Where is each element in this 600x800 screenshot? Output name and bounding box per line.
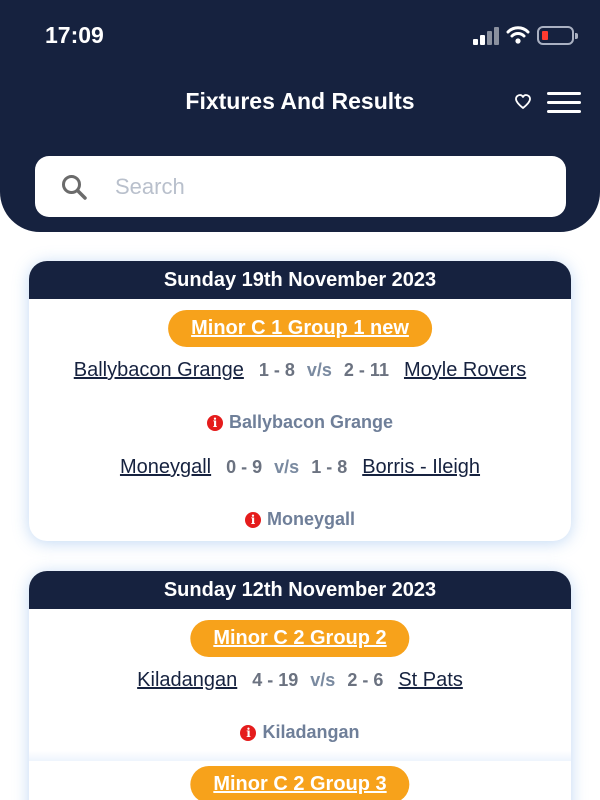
home-score: 4 - 19 xyxy=(252,670,299,690)
match-row: Moneygall 0 - 9 v/s 1 - 8 Borris - Ileig… xyxy=(29,456,571,479)
home-score: 1 - 8 xyxy=(258,360,295,380)
match-row: Ballybacon Grange 1 - 8 v/s 2 - 11 Moyle… xyxy=(29,359,571,382)
home-team-link[interactable]: Kiladangan xyxy=(137,669,237,692)
info-icon: i xyxy=(240,724,257,741)
search-icon xyxy=(62,175,87,200)
search-bar xyxy=(35,156,566,217)
home-team-link[interactable]: Ballybacon Grange xyxy=(74,359,244,382)
fixture-date: Sunday 12th November 2023 xyxy=(29,571,571,609)
away-score: 2 - 6 xyxy=(347,670,384,690)
match-info-label: Moneygall xyxy=(266,509,355,529)
app-header: 17:09 Fixtures And Results xyxy=(0,0,600,232)
page-title: Fixtures And Results xyxy=(185,88,415,114)
away-team-link[interactable]: Moyle Rovers xyxy=(404,359,526,382)
wifi-icon xyxy=(506,26,530,44)
versus-label: v/s xyxy=(310,670,336,690)
search-input[interactable] xyxy=(115,168,535,206)
competition-link[interactable]: Minor C 1 Group 1 new xyxy=(168,310,432,347)
away-score: 1 - 8 xyxy=(311,457,348,477)
match-info[interactable]: i Kiladangan xyxy=(29,722,571,743)
fixture-day-card: Sunday 19th November 2023 Minor C 1 Grou… xyxy=(29,261,571,541)
match-row: Kiladangan 4 - 19 v/s 2 - 6 St Pats xyxy=(29,669,571,692)
home-score: 0 - 9 xyxy=(226,457,263,477)
fixture-date: Sunday 19th November 2023 xyxy=(29,261,571,299)
group-divider xyxy=(29,751,571,761)
info-icon: i xyxy=(244,511,261,528)
favorite-heart-icon[interactable] xyxy=(514,93,532,110)
home-team-link[interactable]: Moneygall xyxy=(120,456,211,479)
battery-icon xyxy=(537,26,578,45)
away-score: 2 - 11 xyxy=(343,360,389,380)
match-info[interactable]: i Ballybacon Grange xyxy=(29,412,571,433)
cellular-signal-icon xyxy=(473,27,501,45)
match-info-label: Kiladangan xyxy=(262,722,360,742)
status-time: 17:09 xyxy=(45,22,104,48)
match-info-label: Ballybacon Grange xyxy=(228,412,394,432)
competition-link[interactable]: Minor C 2 Group 2 xyxy=(190,620,410,657)
hamburger-menu-icon[interactable] xyxy=(547,92,581,114)
away-team-link[interactable]: Borris - Ileigh xyxy=(362,456,480,479)
versus-label: v/s xyxy=(306,360,332,380)
fixture-day-card: Sunday 12th November 2023 Minor C 2 Grou… xyxy=(29,571,571,800)
away-team-link[interactable]: St Pats xyxy=(398,669,462,692)
versus-label: v/s xyxy=(274,457,300,477)
competition-link[interactable]: Minor C 2 Group 3 xyxy=(190,766,410,800)
match-info[interactable]: i Moneygall xyxy=(29,509,571,530)
info-icon: i xyxy=(206,414,223,431)
